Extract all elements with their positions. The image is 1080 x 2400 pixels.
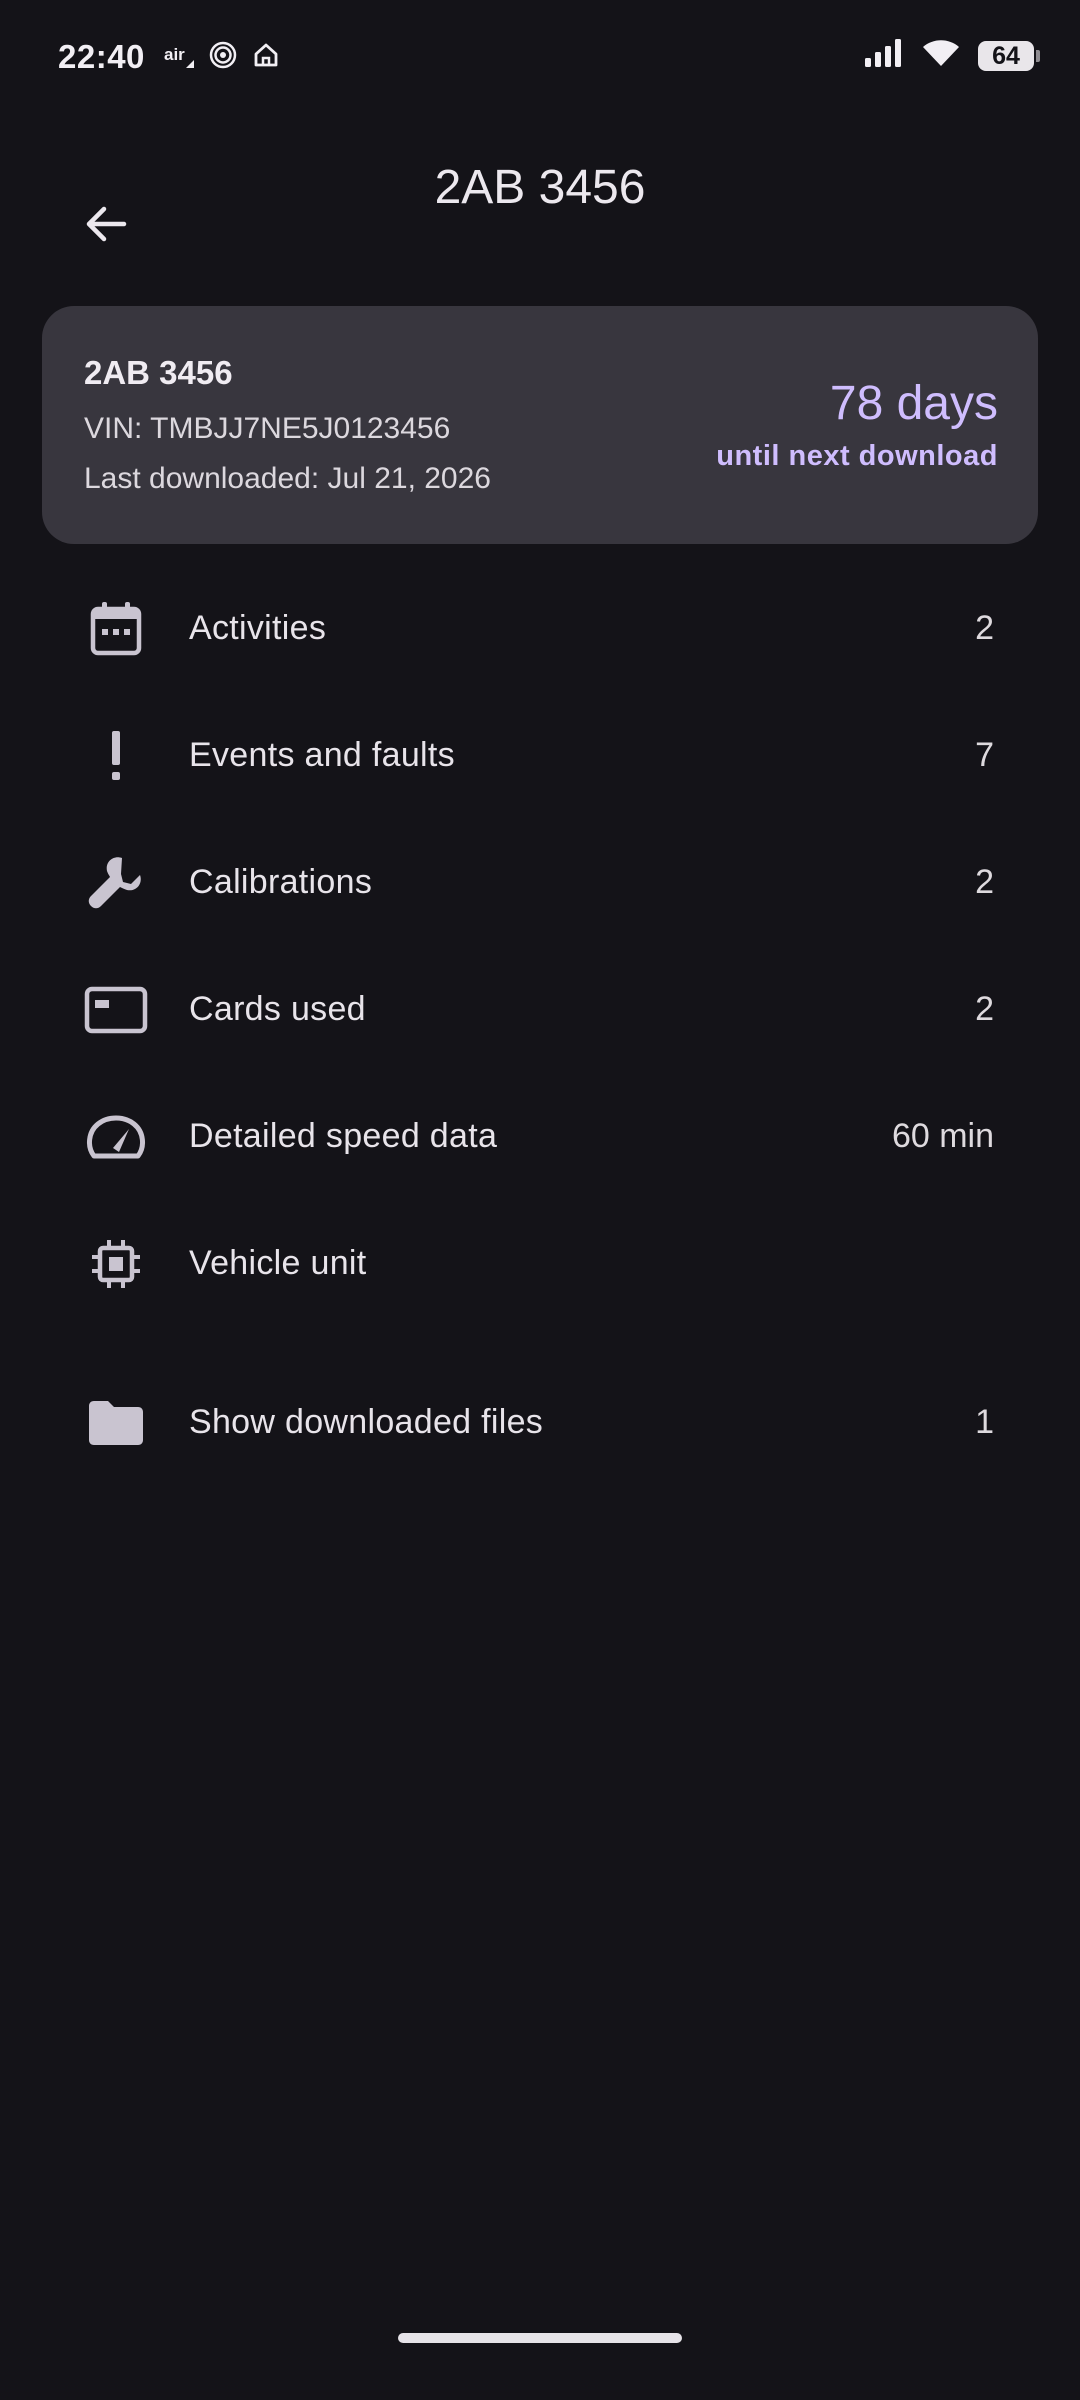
vehicle-summary-card: 2AB 3456 VIN: TMBJJ7NE5J0123456 Last dow… (42, 306, 1038, 544)
menu-item-label: Events and faults (189, 736, 455, 774)
card-icon (82, 976, 150, 1044)
status-bar: 22:40 air 64 (0, 0, 1080, 120)
menu-item-value: 60 min (891, 1117, 994, 1155)
battery-icon: 64 (978, 40, 1040, 71)
card-until-label: until next download (716, 440, 998, 472)
exclamation-icon (82, 722, 150, 790)
signal-icon (864, 38, 904, 73)
target-icon (208, 40, 238, 75)
menu-item-label: Detailed speed data (189, 1117, 498, 1155)
battery-nub (1036, 49, 1040, 62)
menu-item-value: 1 (975, 1403, 994, 1441)
menu-item-value: 7 (975, 736, 994, 774)
status-right-icons: 64 (864, 38, 1040, 73)
menu-item-events-and-faults[interactable]: Events and faults 7 (0, 692, 1080, 819)
menu-item-label: Vehicle unit (189, 1244, 367, 1282)
card-plate: 2AB 3456 (84, 354, 233, 391)
svg-text:air: air (164, 45, 185, 64)
wifi-icon (922, 38, 960, 73)
menu-item-show-downloaded-files[interactable]: Show downloaded files 1 (0, 1359, 1080, 1486)
home-icon (252, 41, 280, 74)
menu-item-detailed-speed-data[interactable]: Detailed speed data 60 min (0, 1073, 1080, 1200)
menu-item-cards-used[interactable]: Cards used 2 (0, 946, 1080, 1073)
home-indicator[interactable] (398, 2333, 682, 2343)
page-title: 2AB 3456 (434, 161, 646, 214)
wrench-icon (82, 849, 150, 917)
air-icon: air (164, 40, 194, 75)
menu-item-label: Show downloaded files (189, 1403, 544, 1441)
status-left-icons: air (164, 40, 280, 75)
chip-icon (82, 1230, 150, 1298)
folder-icon (82, 1389, 150, 1457)
card-vin: VIN: TMBJJ7NE5J0123456 (84, 412, 451, 445)
menu-item-vehicle-unit[interactable]: Vehicle unit (0, 1200, 1080, 1327)
menu-item-calibrations[interactable]: Calibrations 2 (0, 819, 1080, 946)
calendar-icon (82, 595, 150, 663)
card-days-remaining: 78 days (829, 377, 998, 430)
menu-item-value: 2 (975, 609, 994, 647)
speedometer-icon (82, 1103, 150, 1171)
battery-level: 64 (992, 41, 1020, 70)
status-time: 22:40 (58, 38, 145, 75)
menu-item-value: 2 (975, 990, 994, 1028)
menu-item-value: 2 (975, 863, 994, 901)
card-last-downloaded: Last downloaded: Jul 21, 2026 (84, 462, 491, 495)
menu-item-label: Activities (189, 609, 327, 647)
menu-item-label: Calibrations (189, 863, 373, 901)
menu-item-label: Cards used (189, 990, 366, 1028)
menu-item-activities[interactable]: Activities 2 (0, 565, 1080, 692)
